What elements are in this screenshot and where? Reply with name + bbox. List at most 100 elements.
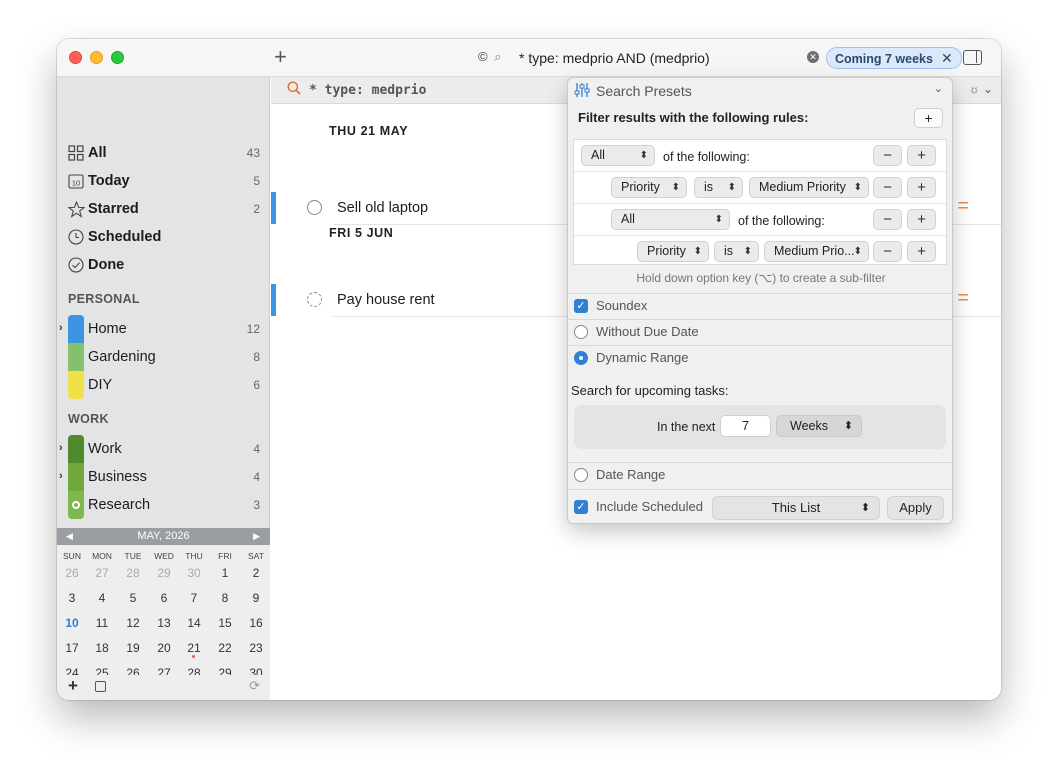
calendar-day[interactable]: 30 xyxy=(179,566,209,580)
task-checkbox[interactable] xyxy=(307,200,322,215)
minimize-window-button[interactable] xyxy=(90,51,103,64)
match-select[interactable]: All ⬍ xyxy=(581,145,655,166)
soundex-checkbox[interactable]: ✓ xyxy=(574,299,588,313)
calendar-day[interactable]: 3 xyxy=(57,591,87,605)
without-due-date-radio[interactable] xyxy=(574,325,588,339)
add-task-button[interactable]: + xyxy=(274,45,287,69)
calendar-day[interactable]: 13 xyxy=(149,616,179,630)
select-arrows-icon: ⬍ xyxy=(743,246,752,257)
sidebar-list-diy[interactable]: DIY 6 xyxy=(57,371,270,399)
task-accent-bar xyxy=(271,192,276,224)
sidebar-list-home[interactable]: › Home 12 xyxy=(57,315,270,343)
add-list-icon[interactable]: + xyxy=(68,676,78,696)
search-query-text[interactable]: * type: medprio AND (medprio) xyxy=(519,50,710,66)
calendar-day[interactable]: 29 xyxy=(210,666,240,675)
clear-search-icon[interactable]: ✕ xyxy=(807,51,819,63)
copyright-icon[interactable]: © xyxy=(478,49,488,64)
sidebar-item-all-row[interactable]: All 43 xyxy=(57,139,270,167)
remove-rule-button[interactable]: − xyxy=(873,209,902,230)
include-scheduled-checkbox[interactable]: ✓ xyxy=(574,500,588,514)
sidebar-list-business[interactable]: › Business 4 xyxy=(57,463,270,491)
add-rule-button[interactable]: + xyxy=(914,108,943,128)
calendar-day[interactable]: 19 xyxy=(118,641,148,655)
sidebar-item-scheduled[interactable]: Scheduled xyxy=(57,223,270,251)
calendar-day[interactable]: 16 xyxy=(241,616,270,630)
calendar-day[interactable]: 17 xyxy=(57,641,87,655)
remove-rule-button[interactable]: − xyxy=(873,177,902,198)
repeat-task-checkbox[interactable] xyxy=(307,292,322,307)
chevron-right-icon[interactable]: › xyxy=(59,322,63,334)
calendar-day[interactable]: 22 xyxy=(210,641,240,655)
sidebar-list-gardening[interactable]: Gardening 8 xyxy=(57,343,270,371)
calendar-day[interactable]: 30 xyxy=(241,666,270,675)
value-select[interactable]: Medium Priority ⬍ xyxy=(749,177,869,198)
calendar-day[interactable]: 24 xyxy=(57,666,87,675)
close-window-button[interactable] xyxy=(69,51,82,64)
calendar-day[interactable]: 27 xyxy=(149,666,179,675)
calendar-view-icon[interactable] xyxy=(95,681,106,692)
search-bar[interactable]: © ⌕ * type: medprio AND (medprio) ✕ Comi… xyxy=(474,46,962,70)
sidebar-list-research[interactable]: Research 3 xyxy=(57,491,270,519)
calendar-day[interactable]: 11 xyxy=(87,616,117,630)
calendar-day[interactable]: 2 xyxy=(241,566,270,580)
chevron-down-icon[interactable]: ⌄ xyxy=(934,82,943,95)
calendar-day[interactable]: 26 xyxy=(118,666,148,675)
calendar-day[interactable]: 27 xyxy=(87,566,117,580)
range-value-input[interactable]: 7 xyxy=(720,415,771,437)
match-select[interactable]: All ⬍ xyxy=(611,209,730,230)
calendar-day[interactable]: 15 xyxy=(210,616,240,630)
add-rule-button[interactable]: + xyxy=(907,145,936,166)
calendar-day[interactable]: 26 xyxy=(57,566,87,580)
list-count: 6 xyxy=(253,378,260,392)
sidebar-item-label: Done xyxy=(88,257,125,273)
apply-button[interactable]: Apply xyxy=(887,496,944,520)
calendar-day[interactable]: 20 xyxy=(149,641,179,655)
calendar-day[interactable]: 7 xyxy=(179,591,209,605)
calendar-day[interactable]: 25 xyxy=(87,666,117,675)
operator-select[interactable]: is ⬍ xyxy=(714,241,759,262)
calendar-day[interactable]: 1 xyxy=(210,566,240,580)
calendar-day[interactable]: 12 xyxy=(118,616,148,630)
dynamic-range-radio[interactable] xyxy=(574,351,588,365)
sidebar-item-done[interactable]: Done xyxy=(57,251,270,279)
upcoming-label: Search for upcoming tasks: xyxy=(571,383,729,398)
date-range-radio[interactable] xyxy=(574,468,588,482)
field-select[interactable]: Priority ⬍ xyxy=(637,241,709,262)
calendar-day[interactable]: 9 xyxy=(241,591,270,605)
chevron-right-icon[interactable]: › xyxy=(59,470,63,482)
add-rule-button[interactable]: + xyxy=(907,209,936,230)
view-options-icon[interactable]: ☼ ⌄ xyxy=(969,82,993,96)
calendar-day[interactable]: 28 xyxy=(118,566,148,580)
remove-rule-button[interactable]: − xyxy=(873,145,902,166)
calendar-day[interactable]: 6 xyxy=(149,591,179,605)
operator-select[interactable]: is ⬍ xyxy=(694,177,743,198)
sidebar-list-work[interactable]: › Work 4 xyxy=(57,435,270,463)
remove-rule-button[interactable]: − xyxy=(873,241,902,262)
value-select[interactable]: Medium Prio... ⬍ xyxy=(764,241,869,262)
calendar-day[interactable]: 29 xyxy=(149,566,179,580)
select-arrows-icon: ⬍ xyxy=(860,502,870,514)
calendar-day[interactable]: 21 xyxy=(179,641,209,655)
calendar-day[interactable]: 10 xyxy=(57,616,87,630)
calendar-day[interactable]: 23 xyxy=(241,641,270,655)
sidebar-toggle-icon[interactable] xyxy=(963,50,982,65)
calendar-day[interactable]: 18 xyxy=(87,641,117,655)
field-select[interactable]: Priority ⬍ xyxy=(611,177,687,198)
list-scope-select[interactable]: This List ⬍ xyxy=(712,496,880,520)
sidebar-item-today[interactable]: 10 Today 5 xyxy=(57,167,270,195)
sync-icon[interactable]: ⟳ xyxy=(249,678,260,694)
add-rule-button[interactable]: + xyxy=(907,177,936,198)
calendar-day[interactable]: 5 xyxy=(118,591,148,605)
token-close-icon[interactable]: ✕ xyxy=(941,50,953,66)
search-token[interactable]: Coming 7 weeks ✕ xyxy=(826,47,962,69)
add-rule-button[interactable]: + xyxy=(907,241,936,262)
calendar-day[interactable]: 14 xyxy=(179,616,209,630)
zoom-window-button[interactable] xyxy=(111,51,124,64)
match-select-value: All xyxy=(621,212,635,226)
chevron-right-icon[interactable]: › xyxy=(59,442,63,454)
calendar-day[interactable]: 4 xyxy=(87,591,117,605)
calendar-day[interactable]: 8 xyxy=(210,591,240,605)
range-unit-select[interactable]: Weeks ⬍ xyxy=(776,415,862,437)
sidebar-item-starred[interactable]: Starred 2 xyxy=(57,195,270,223)
calendar-day[interactable]: 28 xyxy=(179,666,209,675)
